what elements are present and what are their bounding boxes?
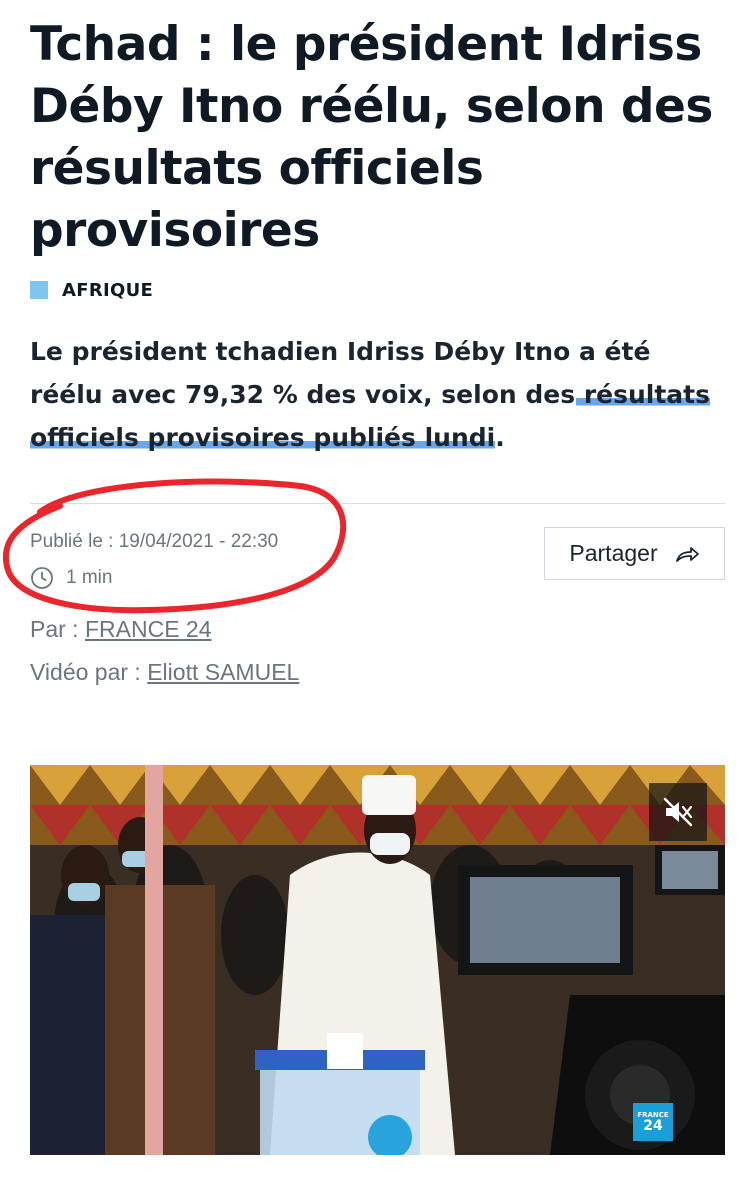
share-arrow-icon: [675, 546, 699, 562]
clock-icon: [31, 567, 53, 589]
byline-label: Par :: [30, 616, 85, 642]
share-button[interactable]: Partager: [544, 527, 725, 580]
divider: [30, 503, 725, 504]
category-tag[interactable]: AFRIQUE: [30, 278, 153, 302]
publish-date: Publié le : 19/04/2021 - 22:30: [30, 531, 279, 552]
video-byline-label: Vidéo par :: [30, 659, 148, 685]
read-time-label: 1 min: [66, 567, 113, 588]
logo-line2: 24: [643, 1117, 663, 1134]
category-square-icon: [30, 281, 48, 299]
video-byline-link[interactable]: Eliott SAMUEL: [147, 659, 299, 685]
byline-video: Vidéo par : Eliott SAMUEL: [30, 659, 299, 686]
read-time: 1 min: [30, 566, 112, 590]
article-lead: Le président tchadien Idriss Déby Itno a…: [30, 330, 730, 459]
category-label[interactable]: AFRIQUE: [62, 280, 153, 301]
lead-text: Le président tchadien Idriss Déby Itno a…: [30, 337, 651, 409]
byline-link[interactable]: FRANCE 24: [85, 616, 212, 642]
video-frame-image: [30, 765, 725, 1155]
share-label: Partager: [569, 540, 658, 566]
france24-logo: FRANCE 24: [633, 1103, 673, 1141]
article-headline: Tchad : le président Idriss Déby Itno ré…: [30, 17, 713, 258]
video-player[interactable]: FRANCE 24: [30, 765, 725, 1155]
lead-text-end: .: [495, 423, 505, 452]
byline-author: Par : FRANCE 24: [30, 616, 212, 643]
mute-button[interactable]: [649, 783, 707, 841]
speaker-muted-icon: [663, 797, 693, 827]
